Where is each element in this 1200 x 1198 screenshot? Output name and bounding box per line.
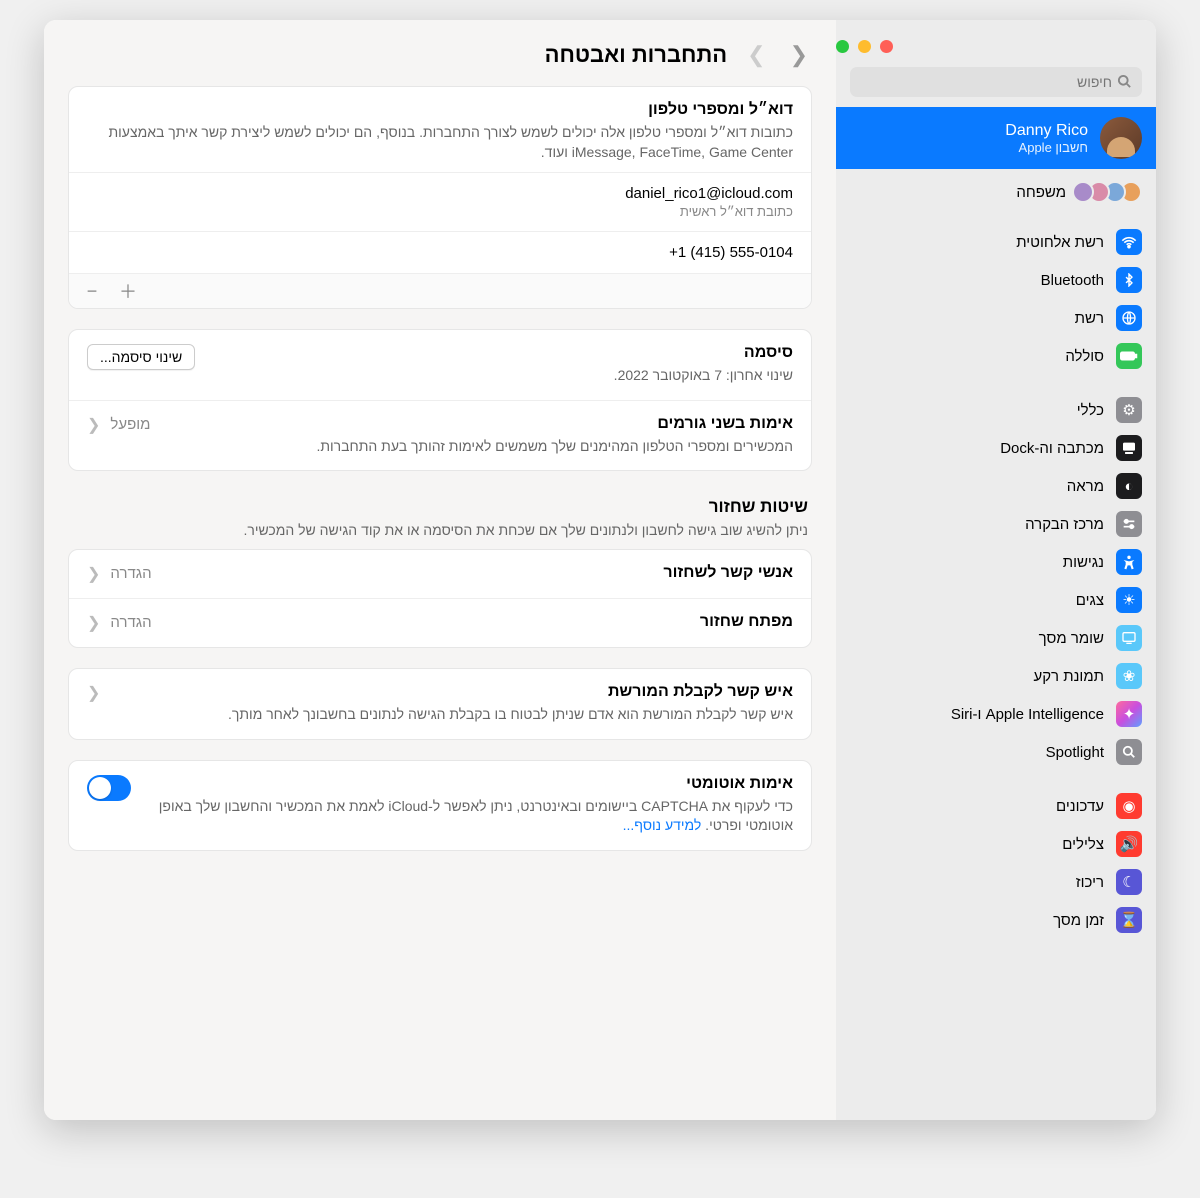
bell-icon: ◉: [1116, 793, 1142, 819]
recovery-contact-status: הגדרה: [110, 565, 151, 582]
email-row[interactable]: daniel_rico1@icloud.com כתובת דוא״ל ראשי…: [69, 172, 811, 231]
settings-window: Danny Rico חשבון Apple משפחה רשת אלחוטית…: [44, 20, 1156, 1120]
phone-value: +1 (415) 555-0104: [87, 244, 793, 261]
twofa-status: מופעל: [110, 416, 150, 433]
page-title: התחברות ואבטחה: [545, 42, 728, 68]
globe-icon: [1116, 305, 1142, 331]
legacy-title: איש קשר לקבלת המורשת: [116, 683, 793, 701]
recovery-contact-title: אנשי קשר לשחזור: [663, 564, 793, 582]
recovery-card: אנשי קשר לשחזור הגדרה ❮ מפתח שחזור הגדרה…: [68, 549, 812, 648]
traffic-lights: [836, 34, 1156, 67]
search-input[interactable]: [850, 67, 1142, 97]
sidebar-item-apple-id[interactable]: Danny Rico חשבון Apple: [836, 107, 1156, 169]
sidebar-item-network[interactable]: רשת: [836, 299, 1156, 337]
family-avatars: [1078, 181, 1142, 203]
battery-icon: [1116, 343, 1142, 369]
recovery-contact-row[interactable]: אנשי קשר לשחזור הגדרה ❮: [69, 550, 811, 598]
sidebar-item-appearance[interactable]: ◐מראה: [836, 467, 1156, 505]
close-window-button[interactable]: [880, 40, 893, 53]
minimize-window-button[interactable]: [858, 40, 871, 53]
sidebar-item-accessibility[interactable]: נגישות: [836, 543, 1156, 581]
legacy-desc: איש קשר לקבלת המורשת הוא אדם שניתן לבטוח…: [116, 705, 793, 725]
chevron-left-icon: ❮: [87, 415, 100, 435]
sidebar-item-screentime[interactable]: ⌛זמן מסך: [836, 901, 1156, 939]
sidebar-item-dock[interactable]: מכתבה וה-Dock: [836, 429, 1156, 467]
chevron-left-icon: ❮: [87, 683, 100, 703]
user-sub: חשבון Apple: [1005, 140, 1088, 155]
twofa-title: אימות בשני גורמים: [166, 415, 793, 433]
sidebar-item-screensaver[interactable]: שומר מסך: [836, 619, 1156, 657]
fullscreen-window-button[interactable]: [836, 40, 849, 53]
main-panel: ❮ ❯ התחברות ואבטחה דוא״ל ומספרי טלפון כת…: [44, 20, 836, 1120]
bluetooth-icon: [1116, 267, 1142, 293]
gear-icon: ⚙: [1116, 397, 1142, 423]
avatar: [1100, 117, 1142, 159]
sidebar-item-focus[interactable]: ☾ריכוז: [836, 863, 1156, 901]
autoverify-desc: כדי לעקוף את CAPTCHA ביישומים ובאינטרנט,…: [147, 797, 793, 836]
twofa-desc: המכשירים ומספרי הטלפון המהימנים שלך משמש…: [166, 437, 793, 457]
sidebar-item-control-center[interactable]: מרכז הבקרה: [836, 505, 1156, 543]
recovery-key-title: מפתח שחזור: [700, 613, 793, 631]
autoverify-row: אימות אוטומטי כדי לעקוף את CAPTCHA ביישו…: [69, 761, 811, 850]
remove-contact-button[interactable]: −: [79, 280, 105, 302]
contacts-card: דוא״ל ומספרי טלפון כתובות דוא״ל ומספרי ט…: [68, 86, 812, 309]
control-center-icon: [1116, 511, 1142, 537]
legacy-card: איש קשר לקבלת המורשת איש קשר לקבלת המורש…: [68, 668, 812, 740]
autoverify-title: אימות אוטומטי: [147, 775, 793, 793]
learn-more-link[interactable]: למידע נוסף...: [623, 817, 702, 833]
speaker-icon: 🔊: [1116, 831, 1142, 857]
add-contact-button[interactable]: ＋: [115, 280, 141, 302]
sidebar-item-siri[interactable]: ✦Apple Intelligence ו-Siri: [836, 695, 1156, 733]
family-label: משפחה: [1016, 184, 1066, 201]
autoverify-toggle[interactable]: [87, 775, 131, 801]
screensaver-icon: [1116, 625, 1142, 651]
change-password-button[interactable]: שינוי סיסמה...: [87, 344, 195, 370]
email-value: daniel_rico1@icloud.com: [87, 185, 793, 202]
chevron-left-icon: ❮: [87, 564, 100, 584]
sidebar-item-general[interactable]: ⚙כללי: [836, 391, 1156, 429]
wifi-icon: [1116, 229, 1142, 255]
wallpaper-icon: ❀: [1116, 663, 1142, 689]
recovery-key-row[interactable]: מפתח שחזור הגדרה ❮: [69, 598, 811, 647]
sidebar-item-updates[interactable]: ◉עדכונים: [836, 787, 1156, 825]
moon-icon: ☾: [1116, 869, 1142, 895]
email-sub: כתובת דוא״ל ראשית: [87, 204, 793, 219]
search-icon: [1117, 74, 1132, 94]
security-card: סיסמה שינוי אחרון: 7 באוקטובר 2022. שינו…: [68, 329, 812, 471]
dock-icon: [1116, 435, 1142, 461]
recovery-section-desc: ניתן להשיג שוב גישה לחשבון ולנתונים שלך …: [72, 521, 808, 541]
sidebar: Danny Rico חשבון Apple משפחה רשת אלחוטית…: [836, 20, 1156, 1120]
hourglass-icon: ⌛: [1116, 907, 1142, 933]
sidebar-item-bluetooth[interactable]: Bluetooth: [836, 261, 1156, 299]
sidebar-item-battery[interactable]: סוללה: [836, 337, 1156, 375]
recovery-key-status: הגדרה: [110, 614, 151, 631]
sidebar-item-spotlight[interactable]: Spotlight: [836, 733, 1156, 771]
contacts-desc: כתובות דוא״ל ומספרי טלפון אלה יכולים לשמ…: [87, 123, 793, 162]
accessibility-icon: [1116, 549, 1142, 575]
chevron-left-icon: ❮: [87, 613, 100, 633]
password-row: סיסמה שינוי אחרון: 7 באוקטובר 2022. שינו…: [69, 330, 811, 400]
forward-button[interactable]: ❯: [743, 38, 769, 72]
legacy-row[interactable]: איש קשר לקבלת המורשת איש קשר לקבלת המורש…: [69, 669, 811, 739]
sidebar-item-wallpaper[interactable]: ❀תמונת רקע: [836, 657, 1156, 695]
user-name: Danny Rico: [1005, 122, 1088, 140]
phone-row[interactable]: +1 (415) 555-0104: [69, 231, 811, 273]
appearance-icon: ◐: [1116, 473, 1142, 499]
password-sub: שינוי אחרון: 7 באוקטובר 2022.: [211, 366, 793, 386]
sidebar-item-wifi[interactable]: רשת אלחוטית: [836, 223, 1156, 261]
autoverify-card: אימות אוטומטי כדי לעקוף את CAPTCHA ביישו…: [68, 760, 812, 851]
sidebar-item-displays[interactable]: ☀צגים: [836, 581, 1156, 619]
sidebar-item-sounds[interactable]: 🔊צלילים: [836, 825, 1156, 863]
password-title: סיסמה: [211, 344, 793, 362]
recovery-section-title: שיטות שחזור: [72, 497, 808, 517]
displays-icon: ☀: [1116, 587, 1142, 613]
siri-icon: ✦: [1116, 701, 1142, 727]
sidebar-item-family[interactable]: משפחה: [836, 169, 1156, 215]
spotlight-icon: [1116, 739, 1142, 765]
back-button[interactable]: ❮: [786, 38, 812, 72]
twofa-row[interactable]: אימות בשני גורמים המכשירים ומספרי הטלפון…: [69, 400, 811, 471]
contacts-title: דוא״ל ומספרי טלפון: [87, 101, 793, 119]
